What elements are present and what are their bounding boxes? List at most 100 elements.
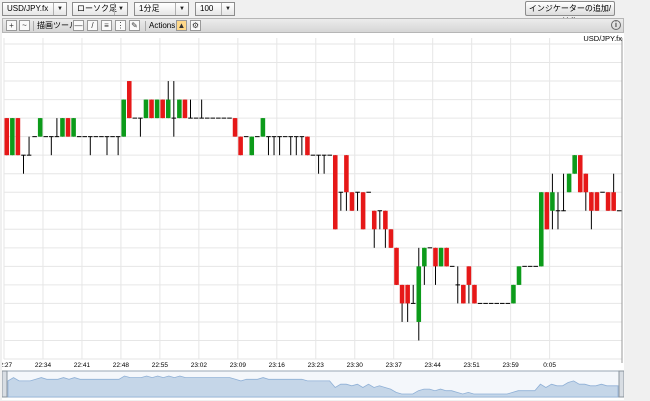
candle-up xyxy=(550,192,555,211)
separator xyxy=(33,21,34,31)
candle-up xyxy=(10,118,15,156)
x-tick-label: 23:44 xyxy=(425,362,442,369)
chart-icon[interactable]: ~ xyxy=(19,20,30,31)
navigator[interactable] xyxy=(2,370,624,398)
info-icon[interactable]: i xyxy=(611,20,621,30)
candle-down xyxy=(182,99,188,119)
chevron-down-icon: ▼ xyxy=(114,3,127,15)
crosshair-icon[interactable]: + xyxy=(6,20,17,31)
candle-down xyxy=(232,118,238,137)
x-tick-label: 22:48 xyxy=(113,362,130,369)
fibonacci-icon[interactable]: ⋮ xyxy=(115,20,126,31)
x-tick-label: 23:16 xyxy=(269,362,286,369)
candle-up xyxy=(516,266,522,285)
time-axis: 22:27 22:34 22:41 22:48 22:55 23:02 23:09 23:16… xyxy=(2,362,556,369)
candle-down xyxy=(371,210,377,230)
x-tick-label: 22:55 xyxy=(152,362,169,369)
candle-down xyxy=(461,284,466,304)
candle-down xyxy=(383,210,388,230)
chevron-down-icon: ▼ xyxy=(175,3,188,15)
separator xyxy=(145,21,146,31)
candle-down xyxy=(605,192,611,211)
bar-count-select[interactable]: 100 ▼ xyxy=(195,2,235,16)
candle-up xyxy=(566,173,572,193)
pen-icon[interactable]: ✎ xyxy=(129,20,140,31)
candle-down xyxy=(332,155,338,230)
drawing-tools-label: 描画ツール xyxy=(37,21,77,30)
x-tick-label: 0:05 xyxy=(543,362,556,369)
drawing-toolbar: + ~ 描画ツール — / ≡ ⋮ ✎ Actions ▲ ⚙ i xyxy=(2,18,624,33)
navigator-handle-left xyxy=(2,370,8,398)
candle-down xyxy=(405,284,410,304)
candle-up xyxy=(121,99,126,137)
chart-type-select[interactable]: ローソク足 ▼ xyxy=(72,2,128,16)
chevron-down-icon: ▼ xyxy=(53,3,66,15)
candle-down xyxy=(444,247,449,267)
settings-icon[interactable]: ⚙ xyxy=(190,20,201,31)
candle-down xyxy=(399,284,405,304)
candle-down xyxy=(583,173,589,193)
candle-down xyxy=(611,192,616,211)
candle-down xyxy=(360,192,366,230)
candle-down xyxy=(305,136,310,156)
x-tick-label: 23:59 xyxy=(503,362,520,369)
top-toolbar: USD/JPY.fx ▼ ローソク足 ▼ 1分足 ▼ 100 ▼ インジケーター… xyxy=(0,0,650,26)
horizontal-line-icon[interactable]: — xyxy=(73,20,84,31)
x-tick-label: 23:09 xyxy=(230,362,247,369)
alert-bell-icon[interactable]: ▲ xyxy=(176,20,187,31)
chart-background xyxy=(2,33,624,400)
x-tick-label: 23:30 xyxy=(347,362,364,369)
candle-down xyxy=(238,136,243,156)
candle-up xyxy=(511,284,516,304)
candle-up xyxy=(438,247,444,267)
candle-down xyxy=(126,81,132,119)
x-tick-label: 23:02 xyxy=(191,362,208,369)
candle-down xyxy=(149,99,154,119)
timeframe-select[interactable]: 1分足 ▼ xyxy=(134,2,189,16)
candle-down xyxy=(344,155,349,193)
candle-down xyxy=(4,118,10,156)
candle-up xyxy=(416,266,422,322)
candle-down xyxy=(15,118,21,156)
candle-down xyxy=(577,155,583,193)
actions-label[interactable]: Actions xyxy=(149,21,175,31)
candle-up xyxy=(37,118,43,137)
timeframe-value: 1分足 xyxy=(139,4,160,13)
candle-up xyxy=(422,247,427,267)
symbol-select[interactable]: USD/JPY.fx ▼ xyxy=(2,2,67,16)
candle-up xyxy=(60,118,65,137)
trend-line-icon[interactable]: / xyxy=(87,20,98,31)
x-tick-label: 23:51 xyxy=(464,362,481,369)
chevron-down-icon: ▼ xyxy=(221,3,234,15)
channel-icon[interactable]: ≡ xyxy=(101,20,112,31)
candle-down xyxy=(466,266,472,285)
x-tick-label: 23:23 xyxy=(308,362,325,369)
navigator-handle-right xyxy=(618,370,624,398)
candle-up xyxy=(71,118,76,137)
candle-down xyxy=(594,192,600,211)
add-indicator-button[interactable]: インジケーターの追加/編集 xyxy=(525,1,615,26)
x-tick-label: 23:37 xyxy=(386,362,403,369)
candle-down xyxy=(349,192,355,211)
x-tick-label: 22:41 xyxy=(74,362,91,369)
candle-up xyxy=(260,118,266,137)
candle-down xyxy=(544,192,550,230)
candle-up xyxy=(143,99,149,119)
chart-type-value: ローソク足 xyxy=(77,4,117,13)
candlestick-chart[interactable]: USD/JPY.fx 91.6091.6191.6291.6391.6491.6… xyxy=(2,33,624,400)
symbol-value: USD/JPY.fx xyxy=(7,4,49,13)
candle-down xyxy=(472,284,477,304)
candle-up xyxy=(538,192,544,267)
candle-down xyxy=(433,247,438,267)
x-tick-label: 22:27 xyxy=(2,362,13,369)
candle-down xyxy=(394,247,399,285)
x-tick-label: 22:34 xyxy=(35,362,52,369)
chart-title: USD/JPY.fx xyxy=(583,34,622,43)
candle-up xyxy=(177,99,182,119)
candle-down xyxy=(388,229,394,248)
candle-down xyxy=(65,118,71,137)
candle-down xyxy=(160,99,165,119)
candle-down xyxy=(589,192,594,211)
candle-up xyxy=(249,136,255,156)
bar-count-value: 100 xyxy=(200,4,214,13)
